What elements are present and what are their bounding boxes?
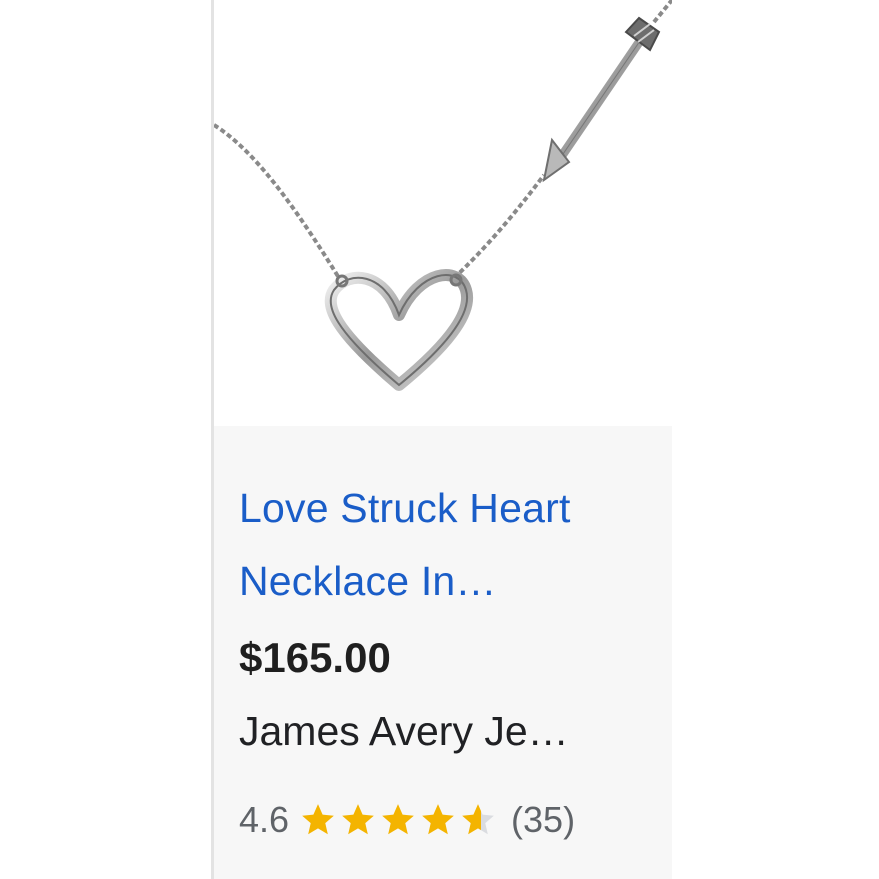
rating-row[interactable]: 4.6 (35) [239,799,575,841]
star-icon [382,804,414,835]
rating-value: 4.6 [239,799,290,840]
product-info: Love Struck Heart Necklace In… $165.00 J… [214,426,672,879]
star-icon [342,804,374,835]
star-icon [422,804,454,835]
seller-name: James Avery Je… [239,708,569,754]
star-icon [302,804,334,835]
product-image[interactable] [214,0,672,426]
product-price: $165.00 [239,634,391,681]
heart-necklace-image [214,0,672,391]
shopping-results-page: Love Struck Heart Necklace In… $165.00 J… [0,0,879,879]
product-title-link[interactable]: Love Struck Heart Necklace In… [239,472,649,618]
review-count: (35) [511,799,576,840]
product-card[interactable]: Love Struck Heart Necklace In… $165.00 J… [211,0,672,879]
star-icon [462,804,494,835]
rating-stars [299,801,499,839]
